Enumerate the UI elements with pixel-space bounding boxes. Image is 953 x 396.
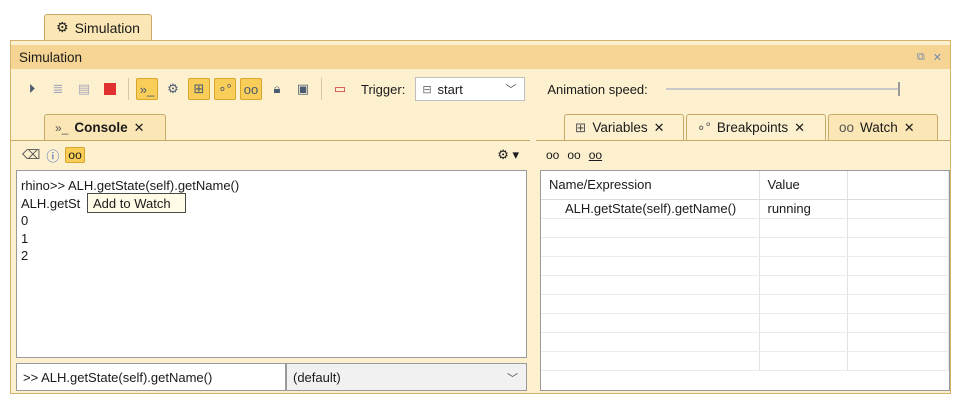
- add-to-watch-icon[interactable]: oo: [65, 147, 85, 163]
- restore-icon[interactable]: ⧉: [917, 51, 925, 64]
- close-icon[interactable]: ✕: [654, 120, 665, 136]
- tab-variables-label: Variables: [592, 120, 648, 135]
- variables-icon: ⊞: [575, 119, 587, 135]
- animation-speed-label: Animation speed:: [547, 81, 648, 97]
- edit-watch-icon[interactable]: oo: [589, 148, 602, 162]
- document-tab-label: Simulation: [74, 19, 140, 36]
- console-line: rhino>> ALH.getState(self).getName(): [21, 178, 240, 193]
- document-tab-simulation[interactable]: ⚙ Simulation: [44, 14, 152, 40]
- toolbar-separator: [128, 78, 129, 100]
- console-command-input[interactable]: >> ALH.getState(self).getName(): [16, 363, 286, 391]
- chevron-down-icon: ﹀: [505, 84, 517, 96]
- eraser-icon[interactable]: ⌫: [22, 147, 40, 163]
- step-over-icon[interactable]: ▤: [73, 78, 95, 100]
- tab-breakpoints-label: Breakpoints: [716, 120, 789, 135]
- table-row: [541, 237, 949, 257]
- console-toggle-icon[interactable]: »_: [136, 78, 158, 100]
- column-header-value[interactable]: Value: [759, 171, 848, 200]
- watch-value: running: [759, 199, 848, 219]
- console-settings-gear-icon[interactable]: ⚙ ▾: [497, 147, 519, 163]
- table-row: [541, 218, 949, 238]
- trigger-icon: ▭: [333, 81, 347, 96]
- tab-watch-label: Watch: [860, 120, 898, 135]
- add-watch-icon[interactable]: oo: [546, 148, 559, 162]
- tab-console[interactable]: »_ Console ✕: [44, 114, 166, 140]
- table-row: [541, 332, 949, 352]
- trigger-select[interactable]: ⊟ start ﹀: [415, 77, 526, 101]
- watch-icon: oo: [839, 120, 855, 135]
- tab-breakpoints[interactable]: ∘° Breakpoints ✕: [686, 114, 826, 140]
- watch-expression: ALH.getState(self).getName(): [541, 199, 760, 219]
- window-title-bar: Simulation ⧉ ✕: [11, 45, 950, 69]
- info-icon[interactable]: ⓘ: [46, 146, 59, 165]
- table-cell: [847, 199, 949, 219]
- close-icon[interactable]: ✕: [933, 51, 942, 64]
- lock-icon[interactable]: 🔒︎: [266, 78, 288, 100]
- table-row: [541, 313, 949, 333]
- console-tab-divider: [11, 140, 530, 141]
- variables-toggle-icon[interactable]: ⊞: [188, 78, 210, 100]
- table-row: [541, 256, 949, 276]
- console-line: 2: [21, 248, 29, 263]
- console-line: 1: [21, 230, 29, 246]
- breakpoints-icon: ∘°: [697, 119, 711, 135]
- tab-console-label: Console: [74, 120, 128, 135]
- engine-value: (default): [293, 369, 341, 385]
- remove-watch-icon[interactable]: oo: [567, 148, 580, 162]
- console-line: 0: [21, 213, 29, 228]
- export-icon[interactable]: ▣: [292, 78, 314, 100]
- close-icon[interactable]: ✕: [904, 120, 915, 136]
- table-row: [541, 275, 949, 295]
- step-into-icon[interactable]: ≣: [47, 78, 69, 100]
- settings-gear-icon[interactable]: ⚙: [162, 78, 184, 100]
- breakpoints-toggle-icon[interactable]: ∘°: [214, 78, 236, 100]
- watch-tab-divider: [536, 140, 950, 141]
- watch-table: Name/Expression Value ALH.getState(self)…: [541, 171, 949, 371]
- column-header-empty: [847, 171, 949, 200]
- console-icon: »_: [55, 120, 69, 135]
- chevron-down-icon: ﹀: [507, 373, 518, 385]
- console-toolbar: ⌫ ⓘ oo ⚙ ▾: [16, 143, 527, 167]
- watch-table-panel: Name/Expression Value ALH.getState(self)…: [540, 170, 950, 391]
- console-engine-select[interactable]: (default) ﹀: [286, 363, 527, 391]
- watch-toggle-icon[interactable]: oo: [240, 78, 262, 100]
- watch-toolbar: oo oo oo: [540, 143, 950, 167]
- simulation-toolbar: ⏵ ≣ ▤ »_ ⚙ ⊞ ∘° oo 🔒︎ ▣ ▭ Trigger: ⊟ sta…: [11, 72, 950, 106]
- gear-icon: ⚙: [56, 19, 69, 35]
- animation-speed-slider[interactable]: [665, 82, 900, 96]
- window-title: Simulation: [19, 49, 83, 65]
- toolbar-separator: [321, 78, 322, 100]
- table-row: [541, 351, 949, 371]
- close-icon[interactable]: ✕: [794, 120, 805, 136]
- tab-variables[interactable]: ⊞ Variables ✕: [564, 114, 684, 140]
- add-to-watch-tooltip: Add to Watch: [87, 193, 186, 213]
- trigger-label: Trigger:: [361, 81, 406, 97]
- close-icon[interactable]: ✕: [134, 120, 145, 136]
- slider-handle[interactable]: [897, 82, 900, 96]
- column-header-name[interactable]: Name/Expression: [541, 171, 760, 200]
- stop-icon[interactable]: [99, 78, 121, 100]
- signal-icon: ⊟: [422, 83, 432, 96]
- table-row: [541, 294, 949, 314]
- tab-watch[interactable]: oo Watch ✕: [828, 114, 938, 140]
- table-row[interactable]: ALH.getState(self).getName() running: [541, 199, 949, 219]
- run-icon[interactable]: ⏵: [21, 78, 43, 100]
- trigger-value: start: [437, 81, 463, 97]
